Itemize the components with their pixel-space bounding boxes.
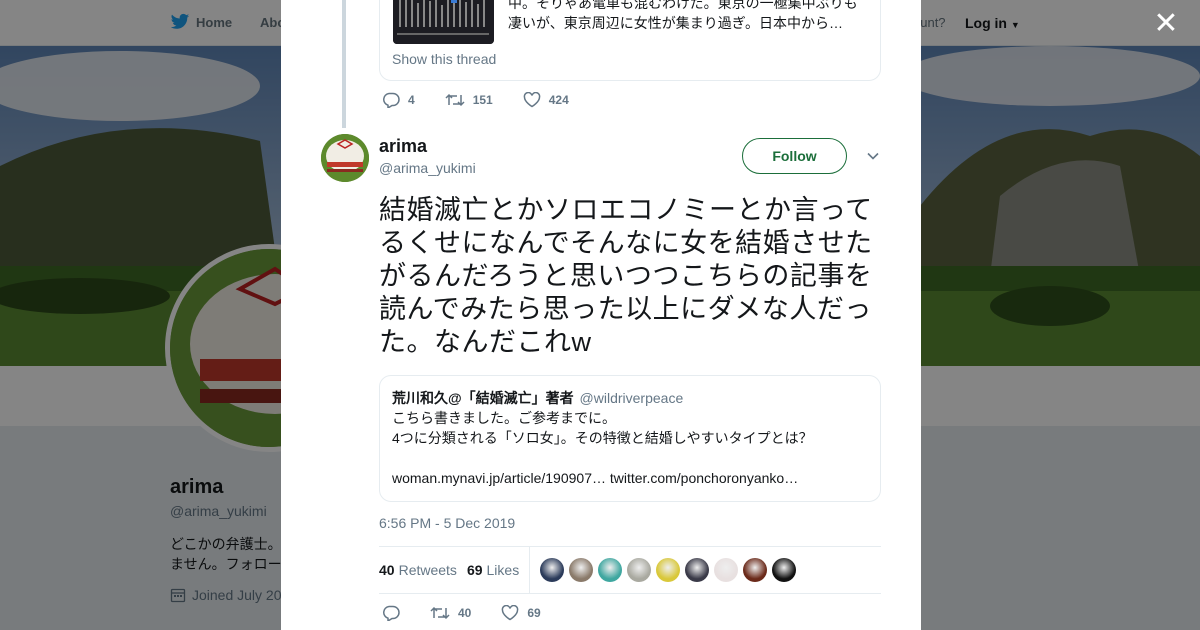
tweet-text: 結婚滅亡とかソロエコノミーとか言ってるくせになんでそんなに女を結婚させたがるんだ… [379, 195, 873, 357]
tweet-stats-row: 40 Retweets 69 Likes [379, 546, 881, 594]
quoted-tweet-header: 荒川和久@「結婚滅亡」著者 @wildriverpeace [392, 388, 868, 408]
reply-button[interactable] [382, 605, 400, 621]
tweet-options-button[interactable] [865, 148, 881, 164]
liker-avatar-8[interactable] [743, 558, 768, 582]
quote-thumbnail-image [393, 0, 494, 44]
retweet-icon [430, 606, 450, 620]
retweets-stat[interactable]: 40 Retweets [379, 562, 457, 578]
liker-avatar-7[interactable] [714, 558, 739, 582]
quoted-author-handle: @wildriverpeace [579, 390, 684, 406]
thread-connector-line [342, 0, 346, 128]
retweet-button[interactable]: 151 [445, 92, 493, 108]
tweet-timestamp[interactable]: 6:56 PM - 5 Dec 2019 [379, 515, 515, 531]
reply-button[interactable]: 4 [382, 92, 415, 108]
tweet-author-avatar[interactable] [321, 134, 369, 182]
previous-quote-line2: 凄いが、東京周辺に女性が集まり過ぎ。日本中から… [508, 15, 844, 31]
tweet-author-name[interactable]: arima [379, 136, 427, 157]
likes-stat[interactable]: 69 Likes [467, 562, 519, 578]
reply-count: 4 [408, 93, 415, 107]
chevron-down-icon [867, 152, 879, 160]
heart-icon [502, 605, 519, 621]
likes-stat-label: Likes [486, 562, 520, 578]
likes-stat-count: 69 [466, 562, 483, 578]
tweet-actions: 40 69 [382, 605, 571, 621]
liker-avatar-1[interactable] [540, 558, 565, 582]
liker-avatar-3[interactable] [598, 558, 623, 582]
heart-icon [523, 92, 541, 108]
retweet-count: 151 [472, 93, 493, 107]
quoted-author-name: 荒川和久@「結婚滅亡」著者 [392, 390, 574, 406]
tweet-author-handle[interactable]: @arima_yukimi [379, 160, 476, 176]
retweet-count: 40 [458, 606, 472, 620]
previous-quote-line1: 中。そりゃあ電車も混むわけだ。東京の一極集中ぶりも [508, 0, 858, 11]
liker-avatar-4[interactable] [627, 558, 652, 582]
close-modal-icon[interactable]: ✕ [1152, 9, 1180, 39]
tweet-modal: 中。そりゃあ電車も混むわけだ。東京の一極集中ぶりも 凄いが、東京周辺に女性が集ま… [281, 0, 921, 630]
like-count: 69 [527, 606, 541, 620]
quoted-text-line2: 4つに分類される「ソロ女」。その特徴と結婚しやすいタイプとは？ [392, 430, 813, 446]
reply-icon [382, 92, 400, 108]
liker-avatars [540, 558, 797, 582]
stats-divider [529, 546, 531, 594]
follow-button[interactable]: Follow [742, 138, 847, 174]
retweet-icon [445, 93, 465, 107]
show-thread-link[interactable]: Show this thread [392, 51, 496, 67]
liker-avatar-2[interactable] [569, 558, 594, 582]
quoted-text-spacer [392, 448, 868, 468]
like-button[interactable]: 424 [523, 92, 569, 108]
liker-avatar-5[interactable] [656, 558, 681, 582]
retweet-button[interactable]: 40 [430, 605, 471, 621]
quoted-text-line1: こちら書きました。ご参考までに。 [392, 410, 616, 426]
retweets-stat-label: Retweets [398, 562, 457, 578]
quoted-tweet-card[interactable]: 荒川和久@「結婚滅亡」著者 @wildriverpeace こちら書きました。ご… [379, 375, 881, 502]
quoted-links-line: woman.mynavi.jp/article/190907… twitter.… [392, 470, 799, 486]
previous-tweet-quote-card[interactable]: 中。そりゃあ電車も混むわけだ。東京の一極集中ぶりも 凄いが、東京周辺に女性が集ま… [379, 0, 881, 81]
like-button[interactable]: 69 [501, 605, 541, 621]
liker-avatar-6[interactable] [685, 558, 710, 582]
reply-icon [382, 605, 400, 621]
retweets-stat-count: 40 [379, 562, 395, 578]
like-count: 424 [548, 93, 569, 107]
liker-avatar-9[interactable] [772, 558, 797, 582]
previous-tweet-actions: 4 151 424 [382, 92, 599, 108]
previous-quote-text: 中。そりゃあ電車も混むわけだ。東京の一極集中ぶりも 凄いが、東京周辺に女性が集ま… [508, 0, 858, 33]
